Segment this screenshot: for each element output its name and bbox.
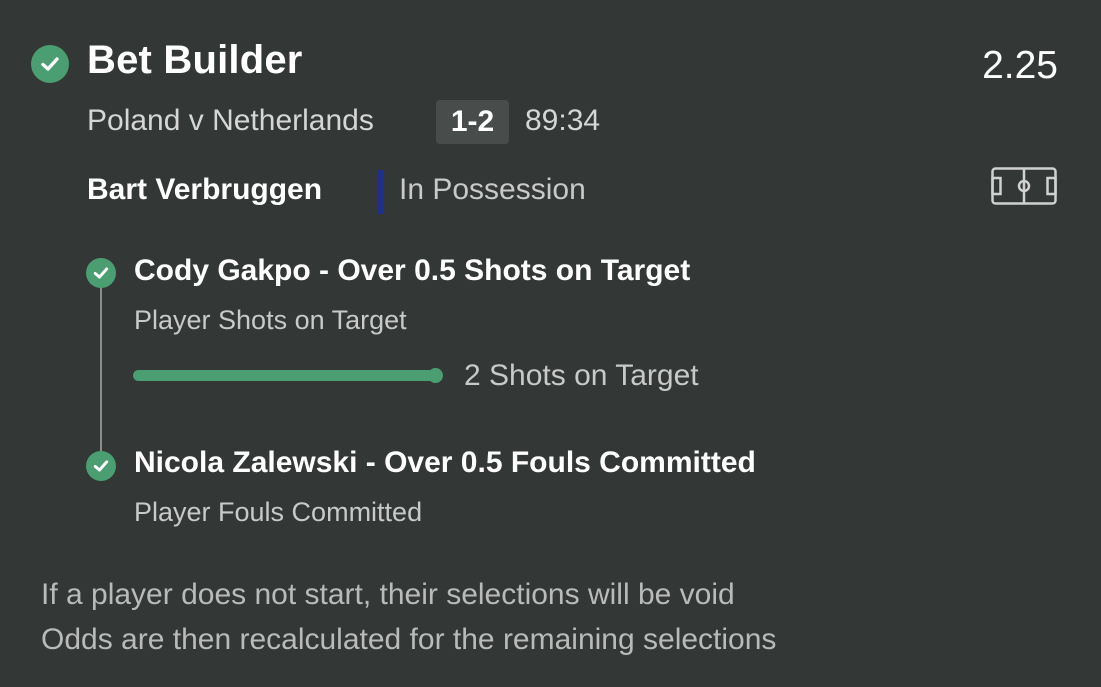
possession-player: Bart Verbruggen bbox=[87, 173, 323, 206]
progress-bar bbox=[133, 368, 443, 383]
void-rule-note: If a player does not start, their select… bbox=[41, 578, 735, 611]
match-score-badge: 1-2 bbox=[436, 100, 509, 144]
check-circle-icon bbox=[86, 451, 116, 481]
pitch-icon[interactable] bbox=[991, 167, 1057, 205]
match-teams: Poland v Netherlands bbox=[87, 104, 374, 137]
selection-market: Player Shots on Target bbox=[134, 305, 407, 335]
selection-title: Cody Gakpo - Over 0.5 Shots on Target bbox=[134, 254, 691, 287]
progress-bar-fill bbox=[133, 368, 443, 383]
check-circle-icon bbox=[31, 45, 69, 83]
recalculation-note: Odds are then recalculated for the remai… bbox=[41, 623, 777, 656]
progress-label: 2 Shots on Target bbox=[464, 359, 699, 392]
team-color-divider bbox=[378, 170, 383, 214]
selection-timeline bbox=[100, 272, 102, 466]
selection-market: Player Fouls Committed bbox=[134, 497, 423, 527]
selection-title: Nicola Zalewski - Over 0.5 Fouls Committ… bbox=[134, 446, 756, 479]
check-circle-icon bbox=[86, 258, 116, 288]
bet-title: Bet Builder bbox=[87, 38, 303, 82]
possession-status: In Possession bbox=[399, 173, 586, 206]
match-clock: 89:34 bbox=[525, 104, 601, 137]
bet-odds: 2.25 bbox=[982, 44, 1058, 87]
